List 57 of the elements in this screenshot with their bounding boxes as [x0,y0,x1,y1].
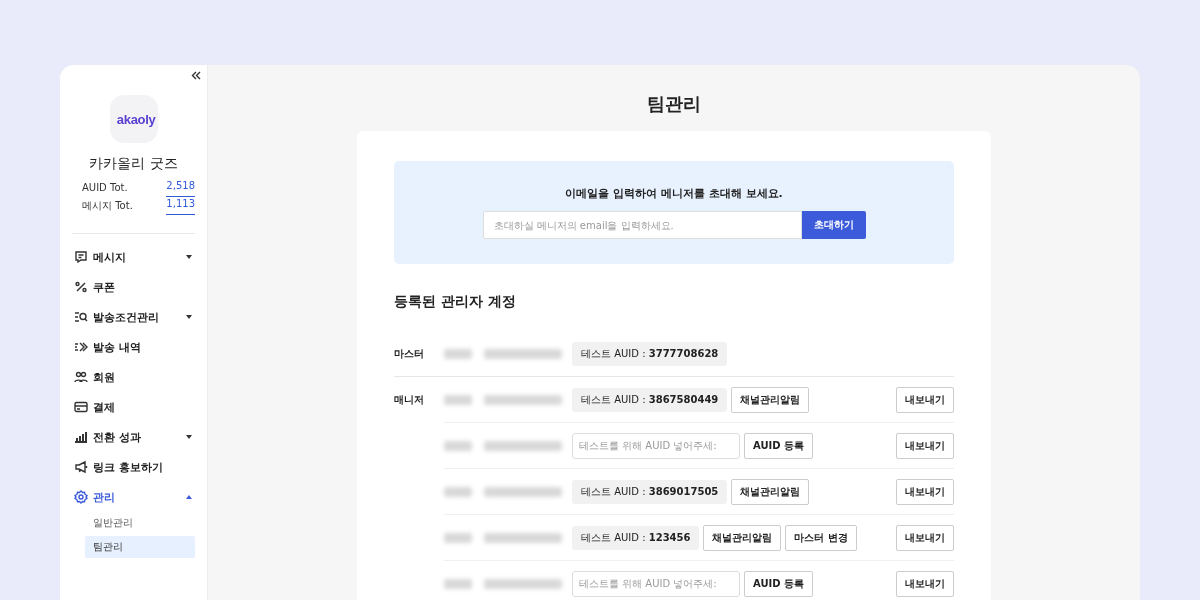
test-auid-label: 테스트 AUID : 3869017505 [572,479,728,504]
test-auid-label: 테스트 AUID : 123456 [572,525,700,550]
role-label: 매니저 [394,393,425,407]
submenu-item[interactable]: 일반관리 [85,512,195,534]
action-button[interactable]: 채널관리알림 [731,478,810,505]
action-button[interactable]: 마스터 변경 [785,524,857,551]
menu-item[interactable]: 결제 [72,392,195,422]
menu-item[interactable]: 전환 성과 [72,422,195,452]
auid-input[interactable]: 테스트를 위해 AUID 넣어주세: [572,570,740,597]
blurred-name [444,532,472,543]
export-button[interactable]: 내보내기 [896,432,954,459]
export-button[interactable]: 내보내기 [896,570,954,597]
menu-item[interactable]: 쿠폰 [72,272,195,302]
test-auid-label: 테스트 AUID : 3777708628 [572,341,728,366]
message-icon [74,250,88,264]
action-button[interactable]: 채널관리알림 [703,524,782,551]
invite-prompt: 이메일을 입력하여 메니저를 초대해 보세요. [565,186,783,201]
menu-item[interactable]: 회원 [72,362,195,392]
menu-item[interactable]: 발송조건관리 [72,302,195,332]
collapse-icon[interactable] [191,70,201,81]
users-icon [74,370,88,384]
stat-label: AUID Tot. [82,181,128,195]
menu-item[interactable]: 관리 [72,482,195,512]
bar-chart-icon [74,430,88,444]
export-button[interactable]: 내보내기 [896,524,954,551]
shop-name: 카카올리 굿즈 [88,155,179,173]
megaphone-icon [74,460,88,474]
submenu-item[interactable]: 팀관리 [85,536,195,558]
blurred-name [444,578,472,589]
stat-value[interactable]: 1,113 [166,197,195,215]
menu-item[interactable]: 발송 내역 [72,332,195,362]
action-button[interactable]: 채널관리알림 [731,386,810,413]
logo-text: akaoly [116,111,156,127]
register-button[interactable]: AUID 등록 [744,432,814,459]
gear-icon [74,490,88,504]
section-title: 등록된 관리자 계정 [394,293,517,311]
export-button[interactable]: 내보내기 [896,478,954,505]
auid-input[interactable]: 테스트를 위해 AUID 넣어주세: [572,432,740,459]
menu-item[interactable]: 메시지 [72,242,195,272]
export-button[interactable]: 내보내기 [896,386,954,413]
test-auid-label: 테스트 AUID : 3867580449 [572,387,728,412]
page-title: 팀관리 [647,92,701,116]
invite-button[interactable]: 초대하기 [801,211,866,239]
blurred-name [444,440,472,451]
stat-value[interactable]: 2,518 [166,179,195,197]
card-icon [74,400,88,414]
menu-item[interactable]: 링크 홍보하기 [72,452,195,482]
list-search-icon [74,310,88,324]
email-input[interactable]: 초대하실 메니저의 email을 입력하세요. [482,211,802,239]
percent-icon [74,280,88,294]
role-label: 마스터 [394,347,425,361]
send-list-icon [74,340,88,354]
blurred-name [444,348,472,359]
blurred-name [444,394,472,405]
stat-label: 메시지 Tot. [82,199,133,213]
blurred-name [444,486,472,497]
register-button[interactable]: AUID 등록 [744,570,814,597]
